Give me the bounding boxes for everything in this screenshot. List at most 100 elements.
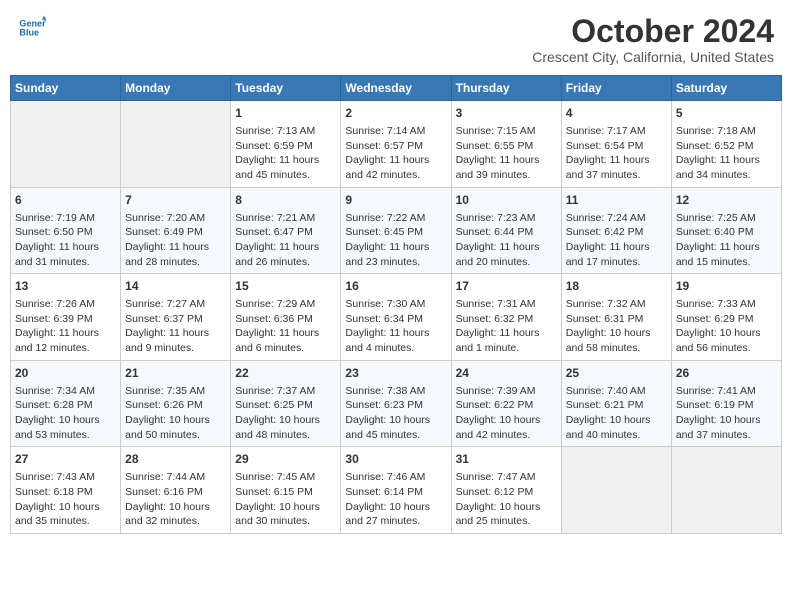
- day-info: Sunrise: 7:34 AM: [15, 384, 116, 399]
- day-number: 6: [15, 192, 116, 209]
- calendar-cell: 14Sunrise: 7:27 AMSunset: 6:37 PMDayligh…: [121, 274, 231, 361]
- day-info: Sunrise: 7:41 AM: [676, 384, 777, 399]
- day-info: Sunset: 6:28 PM: [15, 398, 116, 413]
- calendar-cell: 2Sunrise: 7:14 AMSunset: 6:57 PMDaylight…: [341, 101, 451, 188]
- day-info: Sunrise: 7:14 AM: [345, 124, 446, 139]
- calendar-cell: 13Sunrise: 7:26 AMSunset: 6:39 PMDayligh…: [11, 274, 121, 361]
- header-cell-monday: Monday: [121, 76, 231, 101]
- day-info: Sunset: 6:15 PM: [235, 485, 336, 500]
- day-info: Sunrise: 7:24 AM: [566, 211, 667, 226]
- day-number: 26: [676, 365, 777, 382]
- day-info: Sunset: 6:57 PM: [345, 139, 446, 154]
- day-info: Daylight: 11 hours and 6 minutes.: [235, 326, 336, 355]
- day-info: Sunrise: 7:43 AM: [15, 470, 116, 485]
- day-info: Sunset: 6:37 PM: [125, 312, 226, 327]
- calendar-cell: 16 Sunrise: 7:30 AMSunset: 6:34 PMDayligh…: [341, 274, 451, 361]
- day-number: 25: [566, 365, 667, 382]
- day-info: Sunrise: 7:45 AM: [235, 470, 336, 485]
- day-info: Sunset: 6:52 PM: [676, 139, 777, 154]
- logo-icon: General Blue: [18, 14, 46, 42]
- calendar-table: SundayMondayTuesdayWednesdayThursdayFrid…: [10, 75, 782, 534]
- month-title: October 2024: [532, 14, 774, 49]
- calendar-cell: 29Sunrise: 7:45 AMSunset: 6:15 PMDayligh…: [231, 447, 341, 534]
- day-info: Sunset: 6:42 PM: [566, 225, 667, 240]
- calendar-cell: 27Sunrise: 7:43 AMSunset: 6:18 PMDayligh…: [11, 447, 121, 534]
- day-number: 2: [345, 105, 446, 122]
- day-info: Sunrise: 7:19 AM: [15, 211, 116, 226]
- day-info: Sunrise: 7:47 AM: [456, 470, 557, 485]
- day-info: Sunrise: 7:22 AM: [345, 211, 446, 226]
- calendar-cell: 18Sunrise: 7:32 AMSunset: 6:31 PMDayligh…: [561, 274, 671, 361]
- day-info: Sunset: 6:31 PM: [566, 312, 667, 327]
- day-info: Sunset: 6:50 PM: [15, 225, 116, 240]
- day-info: Sunset: 6:45 PM: [345, 225, 446, 240]
- day-number: 28: [125, 451, 226, 468]
- day-info: Sunrise: 7:18 AM: [676, 124, 777, 139]
- calendar-cell: 7Sunrise: 7:20 AMSunset: 6:49 PMDaylight…: [121, 187, 231, 274]
- calendar-cell: 26Sunrise: 7:41 AMSunset: 6:19 PMDayligh…: [671, 360, 781, 447]
- day-info: Daylight: 10 hours and 40 minutes.: [566, 413, 667, 442]
- day-number: 19: [676, 278, 777, 295]
- calendar-cell: 20Sunrise: 7:34 AMSunset: 6:28 PMDayligh…: [11, 360, 121, 447]
- day-number: 16: [345, 278, 446, 295]
- day-info: Sunrise: 7:44 AM: [125, 470, 226, 485]
- day-info: Sunrise: 7:46 AM: [345, 470, 446, 485]
- day-number: 1: [235, 105, 336, 122]
- day-info: Sunset: 6:22 PM: [456, 398, 557, 413]
- logo: General Blue: [18, 14, 46, 42]
- day-info: Daylight: 11 hours and 12 minutes.: [15, 326, 116, 355]
- day-info: Sunrise: 7:23 AM: [456, 211, 557, 226]
- day-info: Sunset: 6:34 PM: [345, 312, 446, 327]
- day-info: Daylight: 10 hours and 35 minutes.: [15, 500, 116, 529]
- calendar-cell: 25Sunrise: 7:40 AMSunset: 6:21 PMDayligh…: [561, 360, 671, 447]
- calendar-cell: 6Sunrise: 7:19 AMSunset: 6:50 PMDaylight…: [11, 187, 121, 274]
- header-cell-wednesday: Wednesday: [341, 76, 451, 101]
- day-info: Sunrise: 7:32 AM: [566, 297, 667, 312]
- day-number: 31: [456, 451, 557, 468]
- day-info: Sunrise: 7:31 AM: [456, 297, 557, 312]
- day-number: 22: [235, 365, 336, 382]
- calendar-cell: 10Sunrise: 7:23 AMSunset: 6:44 PMDayligh…: [451, 187, 561, 274]
- day-info: Daylight: 11 hours and 15 minutes.: [676, 240, 777, 269]
- day-info: Sunrise: 7:15 AM: [456, 124, 557, 139]
- day-info: Sunset: 6:26 PM: [125, 398, 226, 413]
- day-info: Daylight: 11 hours and 4 minutes.: [345, 326, 446, 355]
- page-header: General Blue October 2024 Crescent City,…: [10, 10, 782, 69]
- day-info: Sunset: 6:54 PM: [566, 139, 667, 154]
- day-info: Sunset: 6:16 PM: [125, 485, 226, 500]
- day-info: Daylight: 10 hours and 58 minutes.: [566, 326, 667, 355]
- day-info: Sunrise: 7:30 AM: [345, 297, 446, 312]
- calendar-cell: 11Sunrise: 7:24 AMSunset: 6:42 PMDayligh…: [561, 187, 671, 274]
- day-info: Sunset: 6:29 PM: [676, 312, 777, 327]
- day-info: Sunset: 6:32 PM: [456, 312, 557, 327]
- day-info: Daylight: 10 hours and 25 minutes.: [456, 500, 557, 529]
- day-info: Sunrise: 7:13 AM: [235, 124, 336, 139]
- day-number: 9: [345, 192, 446, 209]
- calendar-cell: 8 Sunrise: 7:21 AMSunset: 6:47 PMDaylight…: [231, 187, 341, 274]
- day-info: Sunset: 6:47 PM: [235, 225, 336, 240]
- day-number: 8: [235, 192, 336, 209]
- day-info: Daylight: 11 hours and 23 minutes.: [345, 240, 446, 269]
- calendar-cell: [561, 447, 671, 534]
- day-info: Sunrise: 7:21 AM: [235, 211, 336, 226]
- day-info: Daylight: 10 hours and 48 minutes.: [235, 413, 336, 442]
- day-number: 27: [15, 451, 116, 468]
- day-info: Sunset: 6:12 PM: [456, 485, 557, 500]
- day-info: Sunset: 6:39 PM: [15, 312, 116, 327]
- calendar-cell: 28Sunrise: 7:44 AMSunset: 6:16 PMDayligh…: [121, 447, 231, 534]
- day-info: Sunrise: 7:40 AM: [566, 384, 667, 399]
- header-row: SundayMondayTuesdayWednesdayThursdayFrid…: [11, 76, 782, 101]
- calendar-cell: 24Sunrise: 7:39 AMSunset: 6:22 PMDayligh…: [451, 360, 561, 447]
- title-area: October 2024 Crescent City, California, …: [532, 14, 774, 65]
- day-info: Daylight: 11 hours and 26 minutes.: [235, 240, 336, 269]
- day-info: Daylight: 10 hours and 50 minutes.: [125, 413, 226, 442]
- header-cell-sunday: Sunday: [11, 76, 121, 101]
- calendar-cell: [121, 101, 231, 188]
- calendar-cell: 3Sunrise: 7:15 AMSunset: 6:55 PMDaylight…: [451, 101, 561, 188]
- day-number: 17: [456, 278, 557, 295]
- day-number: 30: [345, 451, 446, 468]
- day-info: Daylight: 10 hours and 56 minutes.: [676, 326, 777, 355]
- calendar-cell: 1Sunrise: 7:13 AMSunset: 6:59 PMDaylight…: [231, 101, 341, 188]
- day-number: 3: [456, 105, 557, 122]
- calendar-cell: 19Sunrise: 7:33 AMSunset: 6:29 PMDayligh…: [671, 274, 781, 361]
